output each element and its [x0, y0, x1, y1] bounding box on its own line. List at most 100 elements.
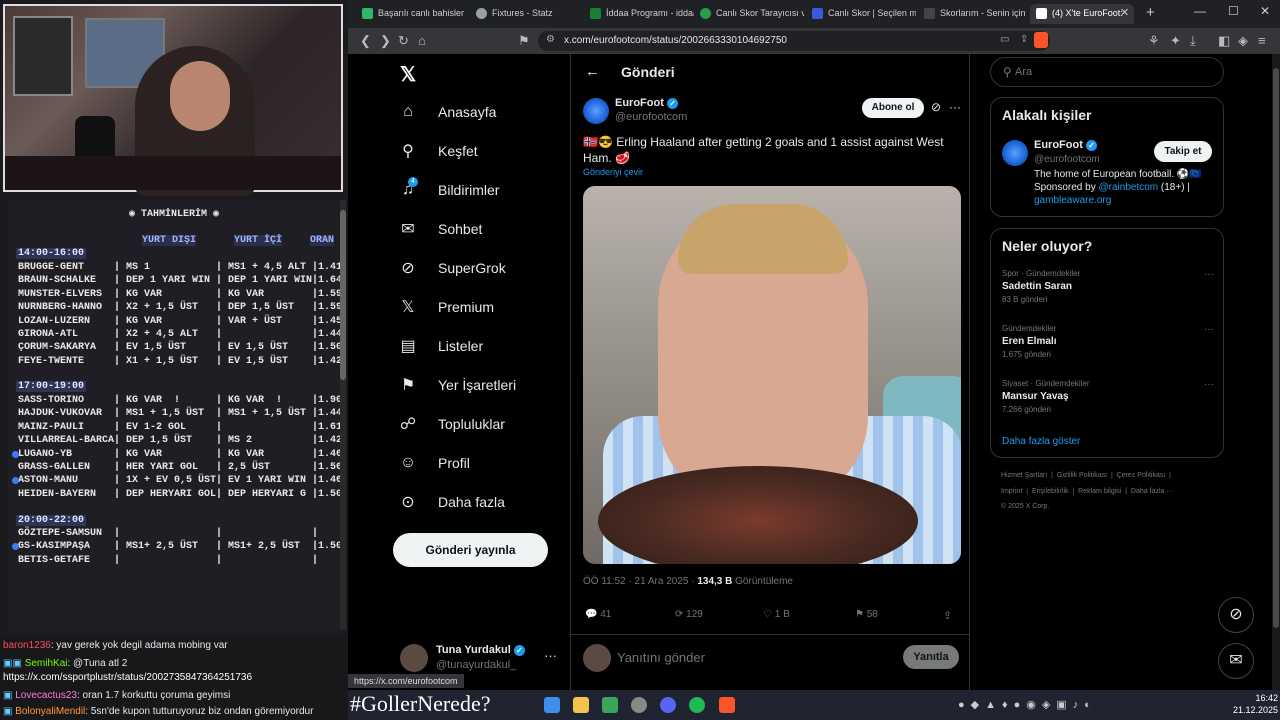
avatar[interactable] — [400, 644, 428, 672]
author-name[interactable]: EuroFoot ✓ — [615, 97, 678, 109]
extension-icon[interactable]: ⚘ — [1148, 33, 1160, 49]
nav-supergrok[interactable]: ⊘ SuperGrok — [398, 253, 505, 283]
tab-1[interactable]: Başarılı canlı bahisler iç — [356, 4, 466, 24]
grok-float-button[interactable]: ⊘ — [1218, 597, 1254, 633]
tab-2[interactable]: Fixtures - Statz — [470, 4, 580, 24]
trend-item[interactable]: Gündemdekiler Eren Elmalı 1.675 gönderi … — [1002, 324, 1214, 359]
streamer-face — [170, 61, 230, 131]
predictions-title: ◉ TAHMİNLERİM ◉ — [128, 209, 220, 220]
reply-button[interactable]: Yanıtla — [903, 645, 959, 669]
tab-4[interactable]: Canlı Skor Tarayıcısı ve — [694, 4, 804, 24]
repost-action[interactable]: ⟳ 129 — [675, 609, 703, 620]
tray-icons[interactable]: ●◆▲♦●◉◈▣♪◐ — [958, 698, 1097, 711]
tab-6[interactable]: Skorlarım - Senin için — [918, 4, 1028, 24]
notes-icon[interactable] — [602, 697, 618, 713]
forward-icon[interactable]: ❯ — [380, 33, 391, 49]
clock-time: 16:42 — [1255, 693, 1278, 703]
obs-icon[interactable] — [631, 697, 647, 713]
nav-premium[interactable]: 𝕏 Premium — [398, 292, 494, 322]
search-box[interactable]: ⚲ Ara — [990, 57, 1224, 87]
like-action[interactable]: ♡ 1 B — [763, 609, 790, 620]
trend-more-icon[interactable]: ··· — [1204, 379, 1214, 390]
nav-more[interactable]: ⊙ Daha fazla — [398, 487, 505, 517]
clock-date: 21.12.2025 — [1232, 705, 1278, 715]
tab-close-icon[interactable]: ✕ — [1120, 6, 1129, 19]
cast-icon[interactable]: ▭ — [1000, 34, 1009, 45]
tab-3[interactable]: İddaa Programı - iddaa — [584, 4, 694, 24]
share-icon[interactable]: ⇪ — [1020, 34, 1028, 45]
webcam-view — [3, 4, 343, 196]
post-button[interactable]: Gönderi yayınla — [393, 533, 548, 567]
tab-active[interactable]: (4) X'te EuroFoot: — [1030, 4, 1134, 24]
related-name[interactable]: EuroFoot ✓ — [1034, 139, 1097, 151]
page-scrollbar[interactable] — [1272, 54, 1280, 690]
live-dot-icon — [12, 543, 19, 551]
bookmark-icon[interactable]: ⚑ — [518, 33, 530, 49]
prediction-row: VILLARREAL-BARCA| DEP 1,5 ÜST | MS 2 |1.… — [18, 435, 343, 447]
x-logo-icon[interactable]: 𝕏 — [400, 62, 416, 87]
share-icon[interactable]: ⇪ — [943, 609, 952, 622]
close-window-icon[interactable]: ✕ — [1260, 4, 1270, 18]
brave-icon[interactable] — [719, 697, 735, 713]
author-avatar[interactable] — [583, 98, 609, 124]
account-menu-icon[interactable]: ··· — [544, 648, 557, 663]
tab-strip: Başarılı canlı bahisler iç Fixtures - St… — [348, 0, 1280, 28]
post-image[interactable] — [583, 186, 961, 564]
minimize-icon[interactable]: — — [1194, 4, 1206, 18]
reply-input[interactable]: Yanıtını gönder — [617, 650, 705, 665]
menu-icon[interactable]: ≡ — [1258, 33, 1266, 48]
tab-favicon — [476, 8, 487, 19]
site-info-icon[interactable]: ⚙ — [546, 34, 555, 45]
reply-action[interactable]: 💬 41 — [585, 609, 611, 620]
spotify-icon[interactable] — [689, 697, 705, 713]
board-scroll-thumb[interactable] — [340, 210, 346, 380]
maximize-icon[interactable]: ☐ — [1228, 4, 1239, 18]
nav-lists[interactable]: ▤ Listeler — [398, 331, 483, 361]
tab-5[interactable]: Canlı Skor | Seçilen ma — [806, 4, 916, 24]
vpn-icon[interactable]: ◈ — [1238, 33, 1248, 49]
nav-profile[interactable]: ☺ Profil — [398, 448, 470, 478]
show-more-link[interactable]: Daha fazla göster — [1002, 436, 1080, 447]
bio-mention[interactable]: @rainbetcom — [1099, 182, 1159, 193]
trend-item[interactable]: Spor · Gündemdekiler Sadettin Saran 83 B… — [1002, 269, 1214, 304]
badge-icon: ▣ — [3, 706, 16, 717]
follow-button[interactable]: Takip et — [1154, 141, 1212, 162]
trend-more-icon[interactable]: ··· — [1204, 324, 1214, 335]
discord-icon[interactable] — [660, 697, 676, 713]
download-icon[interactable]: ⤓ — [1190, 33, 1196, 49]
back-icon[interactable]: ❮ — [360, 33, 371, 49]
board-scrollbar[interactable] — [340, 200, 346, 630]
back-arrow-icon[interactable]: ← — [585, 63, 600, 80]
nav-home[interactable]: ⌂ Anasayfa — [398, 97, 496, 127]
more-icon[interactable]: ··· — [949, 100, 961, 114]
related-avatar[interactable] — [1002, 140, 1028, 166]
page-scroll-thumb[interactable] — [1273, 68, 1279, 628]
nav-bookmarks[interactable]: ⚑ Yer İşaretleri — [398, 370, 516, 400]
nav-explore[interactable]: ⚲ Keşfet — [398, 136, 478, 166]
bio-link[interactable]: gambleaware.org — [1034, 195, 1111, 206]
url-field[interactable]: ⚙ x.com/eurofootcom/status/20026633301046… — [538, 31, 1050, 51]
nav-communities[interactable]: ☍ Topluluklar — [398, 409, 505, 439]
grok-icon[interactable]: ⊘ — [931, 100, 941, 114]
bookmark-action[interactable]: ⚑ 58 — [855, 609, 878, 620]
footer-links[interactable]: Hizmet Şartları | Gizlilik Politikası | … — [1001, 472, 1171, 479]
post-meta: ÖÖ 11:52 · 21 Ara 2025 · 134,3 B Görüntü… — [583, 576, 793, 587]
messages-float-button[interactable]: ✉ — [1218, 643, 1254, 679]
home-icon[interactable]: ⌂ — [418, 33, 426, 48]
subscribe-button[interactable]: Abone ol — [862, 98, 924, 118]
account-name[interactable]: Tuna Yurdakul ✓ — [436, 644, 525, 656]
footer-links[interactable]: Imprint | Erişilebilirlik | Reklam bilgi… — [1001, 488, 1173, 495]
puzzle-icon[interactable]: ✦ — [1170, 33, 1181, 49]
nav-notifications[interactable]: ♫ 4 Bildirimler — [398, 175, 499, 205]
brave-shield-icon[interactable] — [1034, 32, 1048, 48]
explorer-icon[interactable] — [573, 697, 589, 713]
trend-item[interactable]: Siyaset · Gündemdekiler Mansur Yavaş 7.2… — [1002, 379, 1214, 414]
sidebar-toggle-icon[interactable]: ◧ — [1218, 33, 1230, 49]
translate-link[interactable]: Gönderiyi çevir — [583, 167, 643, 177]
wall-poster — [13, 16, 73, 96]
new-tab-icon[interactable]: + — [1146, 4, 1155, 21]
nav-chat[interactable]: ✉ Sohbet — [398, 214, 482, 244]
reload-icon[interactable]: ↻ — [398, 33, 409, 49]
start-icon[interactable] — [544, 697, 560, 713]
trend-more-icon[interactable]: ··· — [1204, 269, 1214, 280]
